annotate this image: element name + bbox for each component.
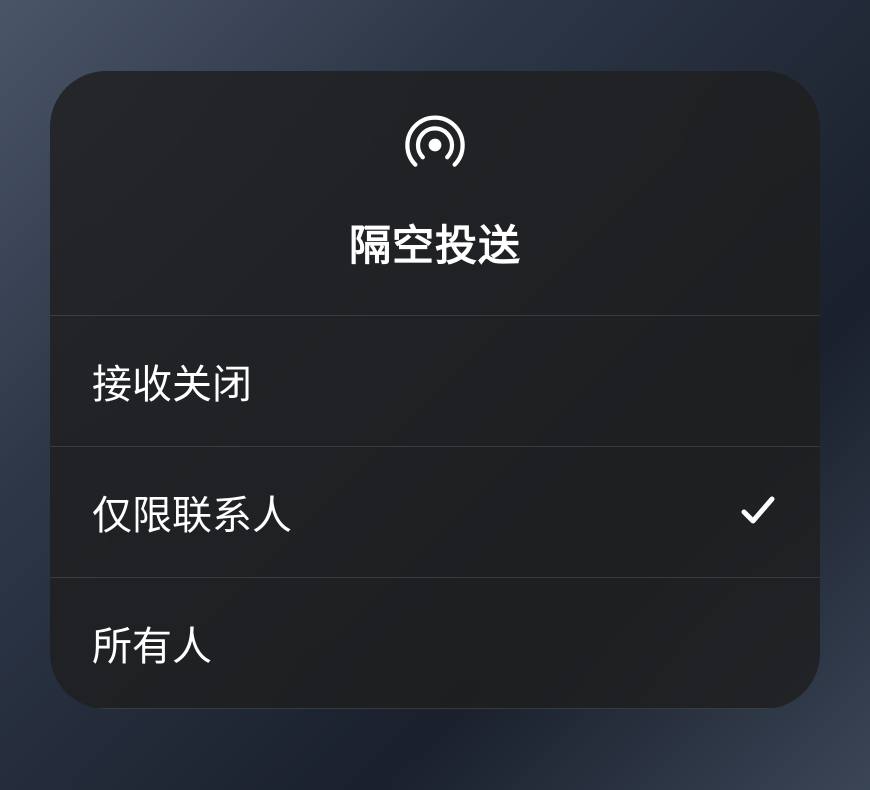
option-label: 仅限联系人 bbox=[92, 483, 292, 541]
option-label: 所有人 bbox=[92, 614, 212, 672]
panel-header: 隔空投送 bbox=[50, 71, 820, 316]
option-receiving-off[interactable]: 接收关闭 bbox=[50, 316, 820, 447]
option-contacts-only[interactable]: 仅限联系人 bbox=[50, 447, 820, 578]
airdrop-panel: 隔空投送 接收关闭 仅限联系人 所有人 bbox=[50, 71, 820, 709]
panel-title: 隔空投送 bbox=[349, 212, 521, 273]
option-everyone[interactable]: 所有人 bbox=[50, 578, 820, 709]
airdrop-icon bbox=[401, 111, 469, 184]
options-list: 接收关闭 仅限联系人 所有人 bbox=[50, 316, 820, 709]
option-label: 接收关闭 bbox=[92, 352, 252, 410]
checkmark-icon bbox=[738, 490, 778, 535]
